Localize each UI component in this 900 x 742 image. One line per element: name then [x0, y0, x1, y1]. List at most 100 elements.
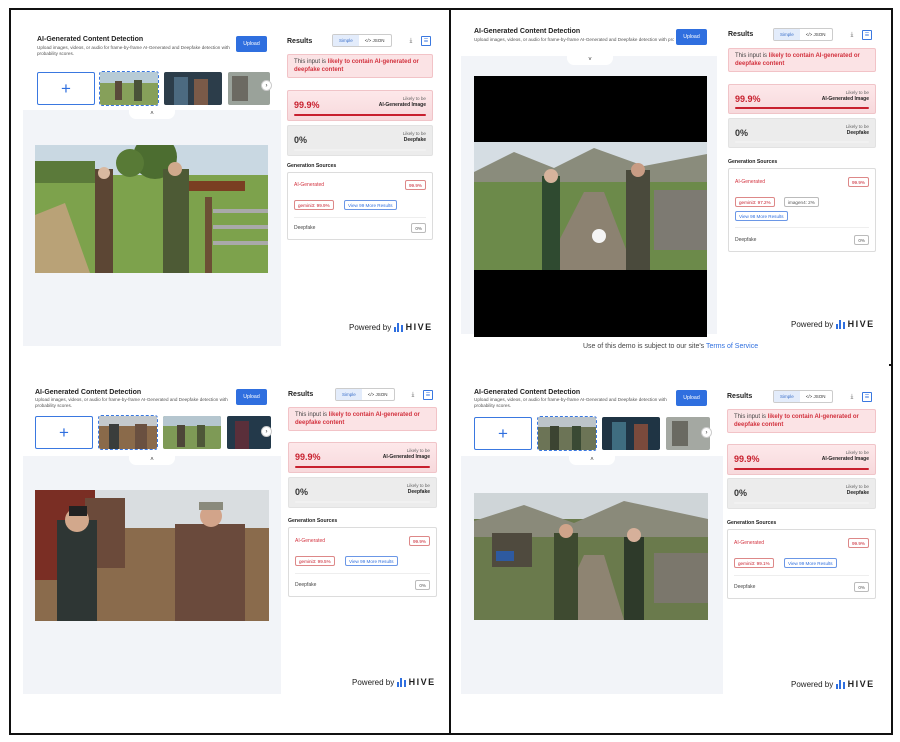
- source-pill: gemini3: 99.1%: [734, 558, 774, 568]
- view-mode-toggle[interactable]: Simple </> JSON: [773, 28, 833, 41]
- download-icon[interactable]: ⤓: [847, 30, 857, 40]
- json-view-tab[interactable]: </> JSON: [800, 29, 832, 40]
- hive-logo-icon: [836, 679, 845, 689]
- thumbnail[interactable]: [164, 72, 222, 105]
- view-more-results-button[interactable]: View 99 More Results: [784, 558, 837, 568]
- ai-generated-row-label: AI-Generated: [294, 182, 325, 188]
- generation-sources-title: Generation Sources: [287, 163, 337, 169]
- view-more-results-button[interactable]: View 99 More Results: [345, 556, 398, 566]
- add-media-button[interactable]: +: [37, 72, 95, 105]
- ai-generated-score-card: 99.9% Likely to be AI-Generated Image: [287, 90, 433, 121]
- app-description: Upload images, videos, or audio for fram…: [35, 397, 228, 408]
- row-separator: [295, 573, 430, 574]
- view-mode-toggle[interactable]: Simple </> JSON: [332, 34, 392, 47]
- thumbnail-selected[interactable]: [537, 416, 597, 451]
- collapse-thumbnails-button[interactable]: ˄: [129, 110, 175, 119]
- upload-button[interactable]: Upload: [236, 36, 267, 52]
- powered-by-text: Powered by: [352, 677, 395, 687]
- add-media-button[interactable]: +: [35, 416, 93, 449]
- verdict-banner: This input is likely to contain AI-gener…: [728, 48, 876, 72]
- deepfake-score-bar: [294, 148, 426, 151]
- ai-generated-badge: 99.9%: [404, 180, 426, 190]
- demo-panel-1: AI-Generated Content Detection Upload im…: [11, 10, 449, 366]
- layout-icon[interactable]: ☰: [862, 30, 872, 40]
- deepfake-class-label: Deepfake: [846, 130, 869, 136]
- ai-score-bar: [734, 467, 869, 470]
- analyzed-image: [35, 145, 268, 273]
- simple-view-tab[interactable]: Simple: [336, 389, 362, 400]
- json-view-tab[interactable]: </> JSON: [800, 391, 832, 402]
- demo-panel-4: AI-Generated Content Detection Upload im…: [451, 366, 889, 733]
- simple-view-tab[interactable]: Simple: [774, 391, 800, 402]
- deepfake-score-label: Likely to be Deepfake: [407, 483, 430, 495]
- next-thumbnails-button[interactable]: ›: [261, 426, 272, 437]
- terms-of-service-link[interactable]: Terms of Service: [706, 343, 758, 350]
- deepfake-score-bar: [295, 500, 430, 503]
- input-column: AI-Generated Content Detection Upload im…: [23, 20, 281, 346]
- view-more-results-button[interactable]: View 98 More Results: [735, 211, 788, 221]
- powered-by-hive: Powered by HIVE: [791, 679, 875, 689]
- ai-class-label: AI-Generated Image: [378, 102, 426, 108]
- ai-class-label: AI-Generated Image: [821, 96, 869, 102]
- upload-button[interactable]: Upload: [676, 29, 707, 45]
- ai-score-bar-fill: [294, 113, 426, 116]
- next-thumbnails-button[interactable]: ›: [261, 80, 272, 91]
- upload-button[interactable]: Upload: [676, 390, 707, 406]
- thumbnail-image: [99, 416, 157, 449]
- powered-by-text: Powered by: [791, 319, 834, 329]
- ai-score-value: 99.9%: [735, 94, 761, 104]
- expand-thumbnails-button[interactable]: ˅: [567, 56, 613, 65]
- layout-icon[interactable]: ☰: [862, 392, 872, 402]
- hive-brand-text: HIVE: [405, 322, 433, 332]
- verdict-prefix: This input is: [735, 53, 769, 59]
- upload-button[interactable]: Upload: [236, 389, 267, 405]
- layout-icon[interactable]: ☰: [421, 36, 431, 46]
- thumbnail[interactable]: [602, 417, 660, 450]
- thumbnail[interactable]: [163, 416, 221, 449]
- ai-score-label: Likely to be AI-Generated Image: [379, 96, 426, 108]
- hive-brand-text: HIVE: [408, 677, 436, 687]
- thumbnail-selected[interactable]: [98, 415, 158, 450]
- next-thumbnails-button[interactable]: ›: [701, 427, 712, 438]
- generation-sources-title: Generation Sources: [727, 520, 777, 526]
- generation-sources-box: AI-Generated 99.9% gemini3: 99.9% View 9…: [287, 172, 433, 240]
- simple-view-tab[interactable]: Simple: [774, 29, 800, 40]
- thumbnail-selected[interactable]: [99, 71, 159, 106]
- thumbnail-image: [163, 416, 221, 449]
- collapse-thumbnails-button[interactable]: ˄: [129, 456, 175, 465]
- deepfake-score-value: 0%: [735, 128, 749, 138]
- add-media-button[interactable]: +: [474, 417, 532, 450]
- demo-panel-2: AI-Generated Content Detection Upload im…: [451, 10, 889, 366]
- deepfake-score-value: 0%: [295, 487, 309, 497]
- deepfake-score-card: 0% Likely to be Deepfake: [728, 118, 876, 148]
- view-mode-toggle[interactable]: Simple </> JSON: [773, 390, 833, 403]
- demo-panel-3: AI-Generated Content Detection Upload im…: [11, 366, 449, 733]
- thumbnail-image: [100, 72, 158, 105]
- ai-generated-row-label: AI-Generated: [735, 179, 766, 185]
- download-icon[interactable]: ⤓: [408, 390, 418, 400]
- results-title: Results: [287, 38, 313, 45]
- ai-generated-row-label: AI-Generated: [734, 540, 765, 546]
- ai-score-bar: [294, 113, 426, 116]
- collapse-thumbnails-button[interactable]: ˄: [569, 456, 615, 465]
- ai-generated-row-label: AI-Generated: [295, 538, 326, 544]
- row-separator: [734, 575, 869, 576]
- verdict-banner: This input is likely to contain AI-gener…: [727, 409, 876, 433]
- powered-by-hive: Powered by HIVE: [352, 677, 436, 687]
- download-icon[interactable]: ⤓: [847, 392, 857, 402]
- json-view-tab[interactable]: </> JSON: [359, 35, 391, 46]
- generation-sources-box: AI-Generated 99.9% gemini3: 97.2% imagen…: [728, 168, 876, 252]
- ai-generated-badge: 99.9%: [408, 536, 430, 546]
- source-pill: imagen4: 2%: [784, 197, 819, 207]
- deepfake-row-label: Deepfake: [734, 584, 756, 590]
- view-more-results-button[interactable]: View 99 More Results: [344, 200, 397, 210]
- simple-view-tab[interactable]: Simple: [333, 35, 359, 46]
- hive-brand-text: HIVE: [847, 679, 875, 689]
- view-mode-toggle[interactable]: Simple </> JSON: [335, 388, 395, 401]
- deepfake-score-label: Likely to be Deepfake: [403, 131, 426, 143]
- deepfake-score-label: Likely to be Deepfake: [846, 124, 869, 136]
- layout-icon[interactable]: ☰: [423, 390, 433, 400]
- json-view-tab[interactable]: </> JSON: [362, 389, 394, 400]
- download-icon[interactable]: ⤓: [406, 36, 416, 46]
- ai-score-label: Likely to be AI-Generated Image: [383, 448, 430, 460]
